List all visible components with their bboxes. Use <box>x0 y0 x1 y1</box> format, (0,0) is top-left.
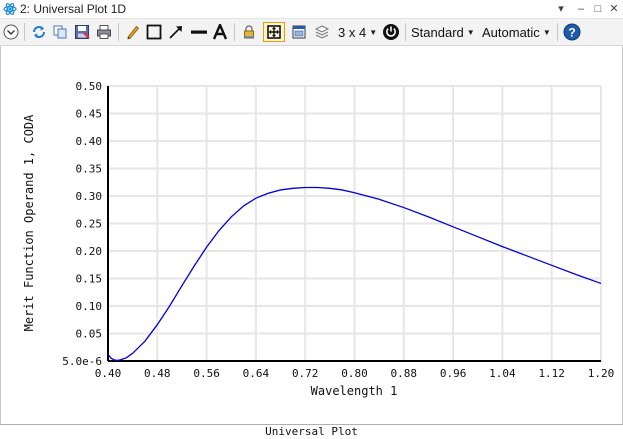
line-tool-button[interactable] <box>189 22 209 42</box>
y-tick-label: 0.15 <box>76 273 103 286</box>
rectangle-tool-button[interactable] <box>145 22 163 42</box>
pencil-tool-button[interactable] <box>124 22 142 42</box>
line-icon <box>191 30 207 34</box>
tab-universal-plot[interactable]: Universal Plot <box>0 425 623 439</box>
window-title: 2: Universal Plot 1D <box>20 2 127 16</box>
window-layout-icon <box>292 25 306 39</box>
x-tick-label: 1.20 <box>588 367 615 380</box>
help-button[interactable]: ? <box>562 22 582 42</box>
auto-update-button[interactable] <box>381 22 401 42</box>
app-logo-icon <box>3 3 17 15</box>
standard-label: Standard <box>411 24 464 40</box>
y-tick-label: 0.25 <box>76 218 103 231</box>
lock-button[interactable] <box>240 22 258 42</box>
y-tick-label: 0.10 <box>76 300 103 313</box>
copy-button[interactable] <box>51 22 69 42</box>
x-tick-label: 0.96 <box>440 367 467 380</box>
automatic-dropdown[interactable]: Automatic ▼ <box>482 22 554 42</box>
pencil-icon <box>127 25 140 40</box>
copy-icon <box>53 25 67 39</box>
plot-area[interactable]: 0.40 0.48 0.56 0.64 0.72 0.80 0.88 0.96 1.04 1.12… <box>0 46 623 424</box>
x-tick-label: 0.80 <box>341 367 368 380</box>
pin-dropdown-button[interactable]: ▾ <box>551 0 571 18</box>
grid-lines <box>107 85 602 362</box>
rectangle-icon <box>146 24 162 40</box>
refresh-icon <box>33 26 45 38</box>
text-tool-button[interactable] <box>211 22 229 42</box>
y-tick-label: 0.35 <box>76 163 103 176</box>
close-button[interactable]: ✕ <box>604 0 623 18</box>
standard-dropdown[interactable]: Standard ▼ <box>411 22 475 42</box>
x-axis-label: Wavelength 1 <box>311 384 398 398</box>
save-icon <box>75 25 90 39</box>
caret-down-icon: ▼ <box>542 27 551 37</box>
line-chart: 0.40 0.48 0.56 0.64 0.72 0.80 0.88 0.96 1.04 1.12… <box>22 80 614 398</box>
x-tick-label: 0.88 <box>391 367 418 380</box>
arrow-tool-button[interactable] <box>167 22 185 42</box>
x-tick-label: 0.56 <box>193 367 220 380</box>
fit-view-icon <box>267 25 281 39</box>
lock-icon <box>244 25 254 39</box>
y-tick-label: 0.45 <box>76 108 103 121</box>
layers-icon <box>314 25 330 39</box>
x-tick-label: 0.48 <box>144 367 171 380</box>
tick-labels: 0.40 0.48 0.56 0.64 0.72 0.80 0.88 0.96 1.04 1.12… <box>62 80 614 380</box>
layers-button[interactable] <box>313 22 331 42</box>
y-tick-label: 0.30 <box>76 190 103 203</box>
title-bar: 2: Universal Plot 1D ▾ – □ ✕ <box>0 0 623 19</box>
x-tick-label: 1.12 <box>538 367 565 380</box>
x-tick-label: 0.64 <box>243 367 270 380</box>
chevron-down-circle-icon <box>3 24 19 40</box>
y-tick-label: 5.0e-6 <box>62 355 102 368</box>
fit-view-button[interactable] <box>263 22 285 42</box>
y-tick-label: 0.20 <box>76 245 103 258</box>
printer-icon <box>97 25 111 39</box>
caret-down-icon: ▼ <box>369 27 378 37</box>
power-icon <box>383 24 399 40</box>
x-tick-label: 0.40 <box>95 367 122 380</box>
automatic-label: Automatic <box>482 24 540 40</box>
layout-grid-label: 3 x 4 <box>338 24 367 40</box>
layout-grid-dropdown[interactable]: 3 x 4 ▼ <box>338 22 378 42</box>
caret-down-icon: ▼ <box>466 27 475 37</box>
window-layout-button[interactable] <box>290 22 308 42</box>
y-tick-label: 0.05 <box>76 328 103 341</box>
svg-text:?: ? <box>568 26 575 40</box>
y-tick-label: 0.50 <box>76 80 103 93</box>
x-tick-label: 1.04 <box>489 367 516 380</box>
toolbar: 3 x 4 ▼ Standard ▼ Automatic ▼ ? <box>0 19 623 46</box>
refresh-button[interactable] <box>30 22 48 42</box>
y-tick-label: 0.40 <box>76 135 103 148</box>
y-axis-label: Merit Function Operand 1, CODA <box>22 114 36 332</box>
help-icon: ? <box>563 23 581 41</box>
text-a-icon <box>212 24 228 40</box>
x-tick-label: 0.72 <box>292 367 319 380</box>
print-button[interactable] <box>95 22 113 42</box>
tab-bar: Universal Plot <box>0 424 623 439</box>
arrow-icon <box>169 26 182 39</box>
settings-toggle-button[interactable] <box>2 22 20 42</box>
save-button[interactable] <box>73 22 91 42</box>
